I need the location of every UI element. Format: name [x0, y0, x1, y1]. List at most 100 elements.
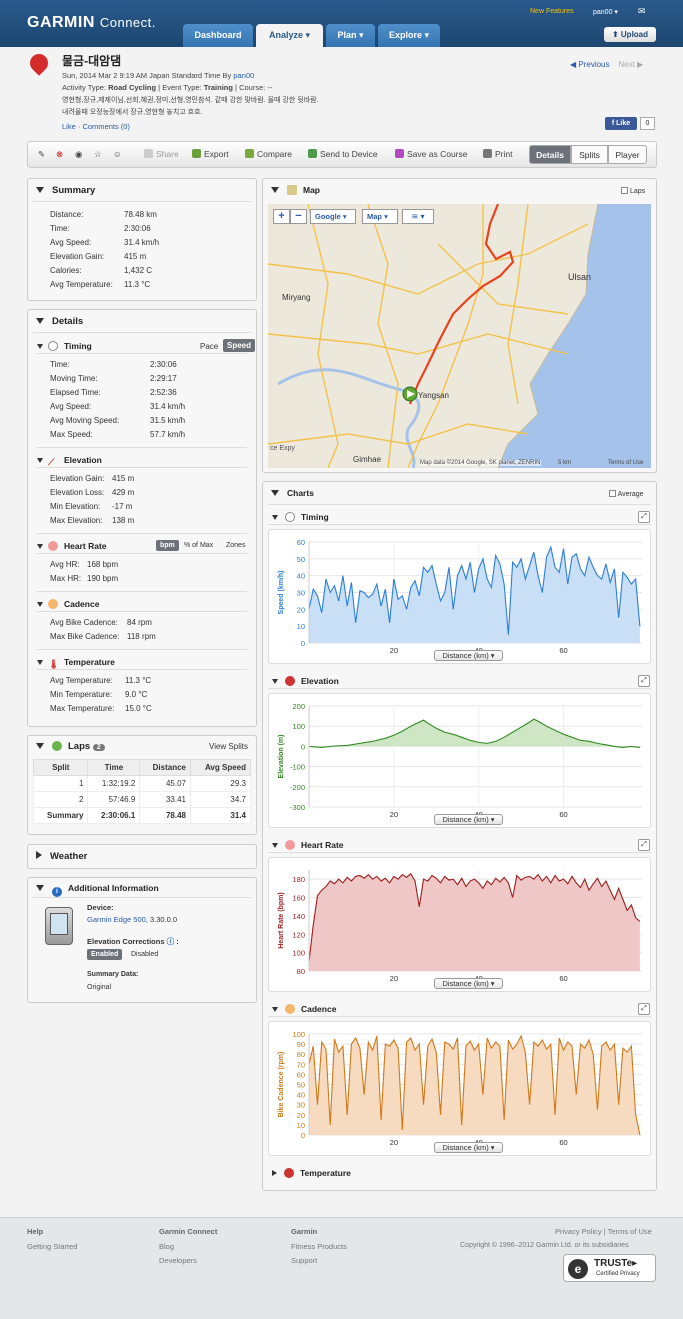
view-tab-player[interactable]: Player: [608, 145, 647, 164]
footer-getting-started-link[interactable]: Getting Started: [27, 1242, 77, 1251]
zoom-in-button[interactable]: +: [273, 209, 290, 224]
zones-toggle[interactable]: Zones: [226, 542, 245, 549]
save-as-course-button[interactable]: Save as Course: [395, 149, 467, 159]
map-type-select[interactable]: Map ▾: [362, 209, 398, 224]
elevation-chart[interactable]: -300-200-1000100200204060Elevation (m): [268, 693, 651, 828]
zoom-out-button[interactable]: −: [290, 209, 307, 224]
footer-privacy-terms-links[interactable]: Privacy Policy | Terms of Use: [555, 1227, 652, 1236]
temperature-section-header[interactable]: 🌡 Temperature: [37, 657, 115, 669]
route-map[interactable]: Ulsan Miryang Yangsan Gimhae ce Expy: [268, 204, 651, 468]
elevation-icon: ⟋: [48, 457, 55, 467]
bpm-toggle[interactable]: bpm: [156, 540, 179, 551]
tab-analyze[interactable]: Analyze ▾: [256, 24, 323, 47]
garmin-logo[interactable]: GARMIN Connect.: [27, 14, 156, 32]
map-provider-select[interactable]: Google ▾: [310, 209, 356, 224]
heart-rate-chart[interactable]: 80100120140160180204060Heart Rate (bpm): [268, 857, 651, 992]
cadence-chart[interactable]: 0102030405060708090100204060Bike Cadence…: [268, 1021, 651, 1156]
next-link[interactable]: Next ▶: [618, 60, 643, 69]
x-axis-select[interactable]: Distance (km) ▾: [434, 814, 503, 825]
heart-rate-chart-header[interactable]: Heart Rate: [272, 840, 344, 850]
speed-toggle[interactable]: Speed: [223, 339, 256, 352]
tab-dashboard[interactable]: Dashboard: [183, 24, 253, 47]
timing-chart[interactable]: 0102030405060204060Speed (km/h): [268, 529, 651, 664]
footer-support-link[interactable]: Support: [291, 1256, 317, 1265]
expand-chart-icon[interactable]: ⤢: [638, 511, 650, 523]
upload-button[interactable]: ⬆ Upload: [604, 27, 656, 42]
cadence-value: 84 rpm: [127, 618, 152, 627]
send-to-device-button[interactable]: Send to Device: [308, 149, 378, 159]
expand-chart-icon[interactable]: ⤢: [638, 839, 650, 851]
view-tab-splits[interactable]: Splits: [571, 145, 608, 164]
laps-column-header[interactable]: Avg Speed: [190, 759, 251, 776]
activity-description-2[interactable]: 내려올때 오정능장에서 장규,영현형 놓치고 흐흐.: [62, 107, 202, 117]
delete-icon[interactable]: ⊗: [56, 149, 63, 160]
device-link[interactable]: Garmin Edge 500: [87, 915, 146, 924]
laps-row[interactable]: 1 1:32:19.2 45.07 29.3: [32, 775, 251, 792]
new-features-link[interactable]: New Features: [530, 8, 574, 15]
tab-explore[interactable]: Explore ▾: [378, 24, 440, 47]
cadence-chart-header[interactable]: Cadence: [272, 1004, 336, 1014]
footer-fitness-products-link[interactable]: Fitness Products: [291, 1242, 347, 1251]
event-type[interactable]: Training: [204, 83, 233, 92]
view-tab-details[interactable]: Details: [529, 145, 571, 164]
heart-rate-section-header[interactable]: Heart Rate: [37, 541, 107, 551]
pace-toggle[interactable]: Pace: [200, 342, 218, 351]
comments-link[interactable]: Comments (0): [82, 122, 130, 131]
edit-icon[interactable]: ✎: [38, 149, 45, 160]
activity-description-1[interactable]: 영현형,장규,제제이님,선회,혜권,정미,선형,영민참석. 같때 강한 맞바람.…: [62, 95, 319, 105]
disabled-toggle[interactable]: Disabled: [131, 951, 158, 958]
share-button[interactable]: Share: [144, 149, 179, 159]
elevation-chart-header[interactable]: Elevation: [272, 676, 339, 686]
user-menu[interactable]: pan00 ▾: [593, 8, 618, 16]
percent-of-max-toggle[interactable]: % of Max: [184, 542, 213, 549]
view-splits-link[interactable]: View Splits: [209, 742, 248, 751]
favorite-star-icon[interactable]: ☆: [94, 149, 102, 160]
details-header[interactable]: Details: [36, 316, 83, 327]
x-axis-select[interactable]: Distance (km) ▾: [434, 650, 503, 661]
export-button[interactable]: Export: [192, 149, 229, 159]
timing-chart-header[interactable]: Timing: [272, 512, 329, 522]
laps-checkbox[interactable]: Laps: [621, 187, 645, 195]
mail-icon[interactable]: ✉: [638, 6, 646, 17]
layers-icon[interactable]: ≋ ▾: [402, 209, 434, 224]
privacy-icon[interactable]: ◉: [75, 149, 82, 160]
footer-developers-link[interactable]: Developers: [159, 1256, 197, 1265]
map-terms-link[interactable]: Terms of Use: [608, 460, 643, 466]
laps-column-header[interactable]: Split: [32, 759, 89, 776]
temperature-chart-header[interactable]: Temperature: [272, 1168, 351, 1178]
expand-chart-icon[interactable]: ⤢: [638, 1003, 650, 1015]
tab-plan[interactable]: Plan ▾: [326, 24, 375, 47]
activity-type[interactable]: Road Cycling: [108, 83, 156, 92]
laps-column-header[interactable]: Time: [87, 759, 141, 776]
weather-header[interactable]: Weather: [36, 851, 87, 862]
facebook-like-button[interactable]: f Like: [605, 117, 637, 130]
average-checkbox[interactable]: Average: [609, 490, 644, 498]
laps-header[interactable]: Laps 2: [36, 741, 105, 752]
summary-header[interactable]: Summary: [36, 185, 95, 196]
footer-blog-link[interactable]: Blog: [159, 1242, 174, 1251]
map-header[interactable]: Map: [271, 185, 320, 195]
help-icon[interactable]: ⓘ: [167, 937, 175, 946]
timing-section-header[interactable]: Timing: [37, 341, 92, 351]
author-link[interactable]: pan00: [233, 71, 254, 80]
charts-header[interactable]: Charts: [271, 488, 314, 498]
x-axis-select[interactable]: Distance (km) ▾: [434, 1142, 503, 1153]
people-icon[interactable]: ☺: [113, 149, 122, 159]
like-link[interactable]: Like: [62, 122, 76, 131]
expand-chart-icon[interactable]: ⤢: [638, 675, 650, 687]
enabled-toggle[interactable]: Enabled: [87, 949, 123, 960]
x-tick-label: 20: [390, 810, 398, 819]
elevation-section-header[interactable]: ⟋ Elevation: [37, 455, 102, 467]
cadence-section-header[interactable]: Cadence: [37, 599, 99, 609]
y-tick-label: 160: [292, 894, 305, 903]
x-axis-select[interactable]: Distance (km) ▾: [434, 978, 503, 989]
truste-badge[interactable]: e TRUSTe▸ Certified Privacy: [563, 1254, 656, 1282]
laps-row[interactable]: 2 57:46.9 33.41 34.7: [32, 791, 251, 808]
activity-name[interactable]: 물금-대암댐: [62, 52, 121, 69]
print-button[interactable]: Print: [483, 149, 512, 159]
previous-link[interactable]: ◀ Previous: [570, 60, 610, 69]
laps-column-header[interactable]: Distance: [139, 759, 192, 776]
additional-info-header[interactable]: i Additional Information: [36, 883, 159, 897]
laps-row[interactable]: Summary 2:30:06.1 78.48 31.4: [32, 807, 251, 824]
compare-button[interactable]: Compare: [245, 149, 292, 159]
